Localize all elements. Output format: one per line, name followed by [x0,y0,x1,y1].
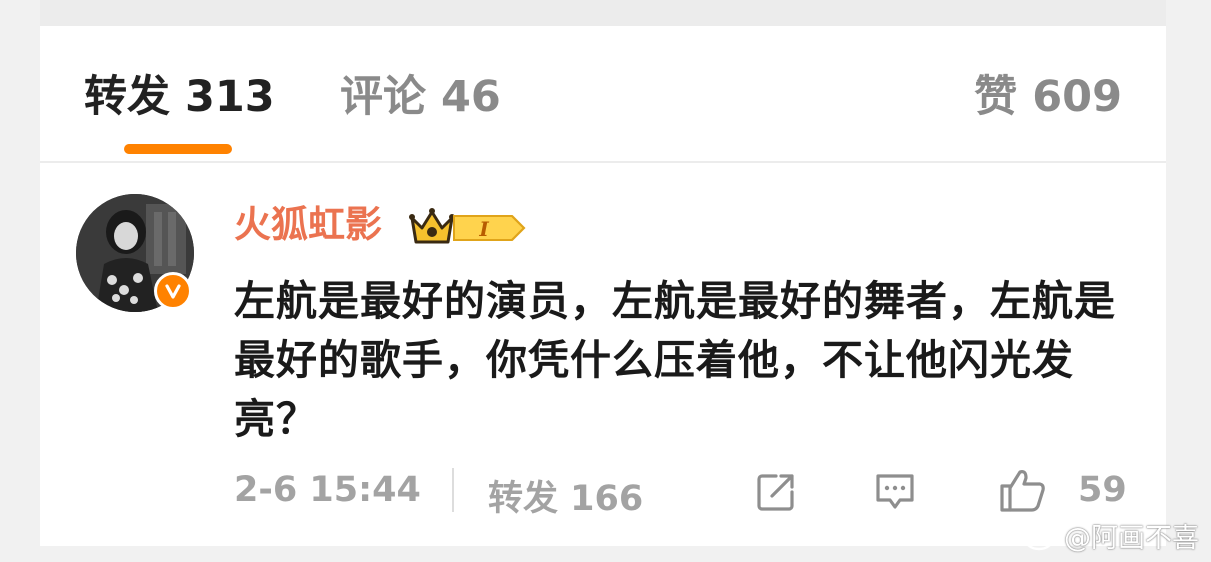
weibo-logo-icon [1024,524,1059,550]
like-count: 59 [1078,470,1127,510]
comments-card: 转发 313 评论 46 赞 609 火狐虹影 I 左航是最好的演员，左航是最好… [40,26,1166,546]
comment-icon[interactable] [872,470,918,514]
comment-repost-button[interactable]: 转发 166 [488,470,643,521]
svg-text:I: I [478,217,489,241]
comment-time: 2-6 15:44 [234,470,421,510]
tab-like[interactable]: 赞 609 [974,70,1122,124]
tab-repost[interactable]: 转发 313 [84,70,275,124]
comment-actions: 2-6 15:44 转发 166 59 [234,466,1134,519]
thumbs-up-icon[interactable] [998,466,1048,514]
meta-separator [452,468,454,512]
watermark: @阿画不喜 [1024,516,1199,555]
active-tab-indicator [124,144,232,154]
weibo-repost-page: 转发 313 评论 46 赞 609 火狐虹影 I 左航是最好的演员，左航是最好… [0,0,1211,562]
comment-username[interactable]: 火狐虹影 [234,202,382,248]
tab-divider [40,161,1166,163]
share-icon[interactable] [754,470,798,514]
verified-icon [154,272,192,310]
vip-badge[interactable]: I [408,204,530,250]
tab-bar: 转发 313 评论 46 赞 609 [40,26,1166,162]
comment-text: 左航是最好的演员，左航是最好的舞者，左航是最好的歌手，你凭什么压着他，不让他闪光… [234,277,1116,443]
tab-comment[interactable]: 评论 46 [340,70,501,124]
crown-icon [409,208,455,244]
watermark-text: @阿画不喜 [1064,523,1199,554]
previous-card-edge [40,0,1166,26]
